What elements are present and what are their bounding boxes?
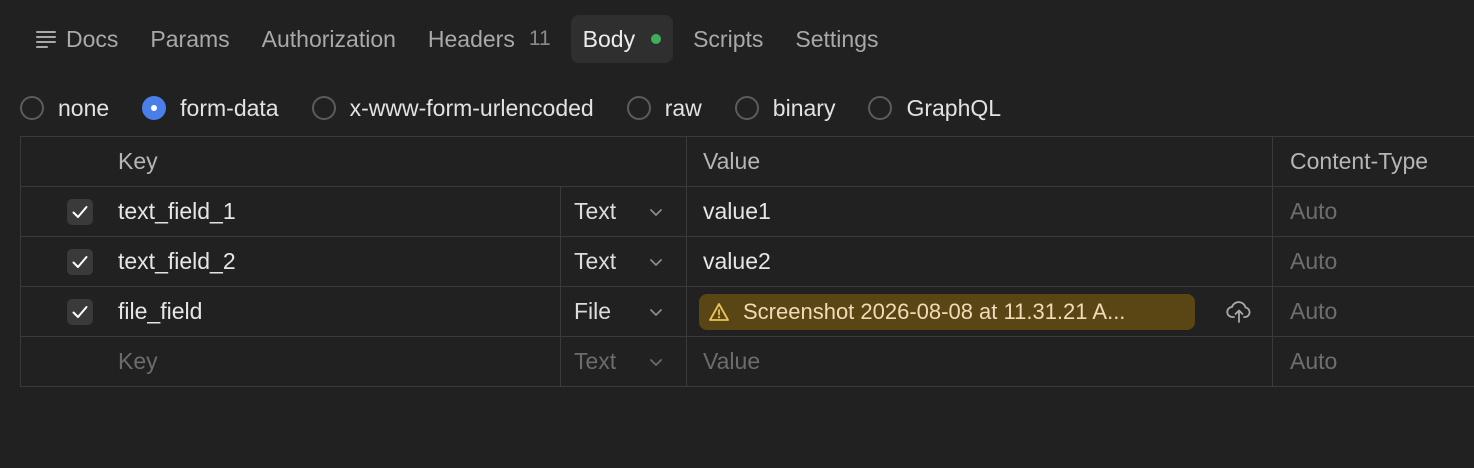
type-select[interactable]: Text	[561, 187, 687, 236]
chevron-down-icon	[650, 359, 662, 366]
radio-none[interactable]: none	[20, 95, 109, 122]
tab-body-label: Body	[582, 25, 636, 52]
headers-count-badge: 11	[528, 27, 551, 50]
content-type-input[interactable]: Auto	[1273, 187, 1474, 236]
radio-x-www-form-urlencoded[interactable]: x-www-form-urlencoded	[311, 94, 594, 122]
new-content-type-input[interactable]: Auto	[1273, 337, 1474, 386]
type-select-value: Text	[574, 348, 617, 374]
radio-circle	[20, 96, 44, 120]
type-select-value: Text	[574, 198, 617, 224]
table-row: file_field File Screenshot 2026-08-08 at…	[20, 287, 1474, 337]
chevron-down-icon	[650, 209, 662, 216]
column-header-value: Value	[687, 137, 1273, 186]
body-status-dot	[651, 34, 662, 44]
new-value-input[interactable]: Value	[687, 337, 1273, 386]
tab-headers[interactable]: Headers 11	[412, 15, 567, 63]
header-checkbox-cell	[20, 137, 110, 186]
radio-circle	[142, 96, 167, 120]
content-type-input[interactable]: Auto	[1273, 287, 1474, 336]
row-checkbox-cell	[20, 337, 110, 386]
radio-raw[interactable]: raw	[626, 94, 702, 122]
radio-label: binary	[772, 94, 836, 121]
radio-label: none	[58, 94, 110, 121]
row-checkbox-cell	[20, 187, 110, 236]
warning-icon	[709, 302, 729, 321]
tab-scripts-label: Scripts	[693, 25, 764, 52]
tab-authorization[interactable]: Authorization	[246, 15, 412, 63]
tab-params[interactable]: Params	[134, 15, 245, 63]
key-input[interactable]: file_field	[110, 287, 561, 336]
column-header-key: Key	[110, 137, 687, 186]
checkmark-icon	[72, 255, 87, 268]
chevron-down-icon	[650, 259, 662, 266]
table-row: text_field_2 Text value2 Auto	[20, 237, 1474, 287]
tab-scripts[interactable]: Scripts	[677, 15, 779, 63]
radio-label: x-www-form-urlencoded	[349, 94, 594, 121]
new-key-input[interactable]: Key	[110, 337, 561, 386]
type-select[interactable]: Text	[561, 237, 687, 286]
radio-label: GraphQL	[906, 94, 1002, 121]
key-input[interactable]: text_field_2	[110, 237, 561, 286]
value-input[interactable]: value2	[687, 237, 1273, 286]
type-select-value: Text	[574, 248, 617, 274]
file-chip[interactable]: Screenshot 2026-08-08 at 11.31.21 A...	[699, 293, 1195, 330]
tab-headers-label: Headers	[427, 25, 515, 52]
row-enabled-checkbox[interactable]	[66, 248, 93, 275]
row-checkbox-cell	[20, 237, 110, 286]
request-tabs: Docs Params Authorization Headers 11 Bod…	[20, 15, 895, 63]
radio-circle	[868, 96, 893, 120]
table-row: text_field_1 Text value1 Auto	[20, 187, 1474, 237]
row-checkbox-cell	[20, 287, 110, 336]
radio-circle	[626, 96, 651, 120]
body-mode-radio-group: none form-data x-www-form-urlencoded raw…	[20, 91, 1034, 125]
radio-circle	[311, 96, 336, 120]
content-type-input[interactable]: Auto	[1273, 237, 1474, 286]
tab-docs[interactable]: Docs	[20, 15, 134, 63]
radio-binary[interactable]: binary	[734, 94, 836, 122]
radio-form-data[interactable]: form-data	[142, 94, 279, 122]
radio-label: form-data	[180, 94, 279, 121]
new-row: Key Text Value Auto	[20, 337, 1474, 387]
row-enabled-checkbox[interactable]	[66, 198, 93, 225]
file-value-cell: Screenshot 2026-08-08 at 11.31.21 A...	[687, 287, 1273, 336]
checkmark-icon	[72, 305, 87, 318]
tab-settings-label: Settings	[795, 25, 879, 52]
radio-label: raw	[664, 94, 702, 121]
file-name: Screenshot 2026-08-08 at 11.31.21 A...	[743, 298, 1126, 324]
radio-graphql[interactable]: GraphQL	[868, 95, 1001, 122]
tab-params-label: Params	[150, 25, 230, 52]
type-select[interactable]: File	[561, 287, 687, 336]
tab-docs-label: Docs	[66, 25, 119, 52]
tab-body[interactable]: Body	[570, 15, 674, 63]
chevron-down-icon	[650, 309, 662, 316]
radio-circle	[734, 96, 759, 120]
table-header-row: Key Value Content-Type	[20, 137, 1474, 187]
value-input[interactable]: value1	[687, 187, 1273, 236]
new-type-select[interactable]: Text	[561, 337, 687, 386]
docs-lines-icon	[36, 30, 56, 48]
upload-cloud-icon[interactable]	[1226, 299, 1252, 323]
type-select-value: File	[574, 298, 612, 324]
row-enabled-checkbox[interactable]	[66, 298, 93, 325]
key-input[interactable]: text_field_1	[110, 187, 561, 236]
tab-authorization-label: Authorization	[261, 25, 396, 52]
checkmark-icon	[72, 205, 87, 218]
column-header-content-type: Content-Type	[1290, 148, 1429, 174]
tab-settings[interactable]: Settings	[779, 15, 894, 63]
form-data-table: Key Value Content-Type text_field_1 Text…	[20, 136, 1474, 387]
